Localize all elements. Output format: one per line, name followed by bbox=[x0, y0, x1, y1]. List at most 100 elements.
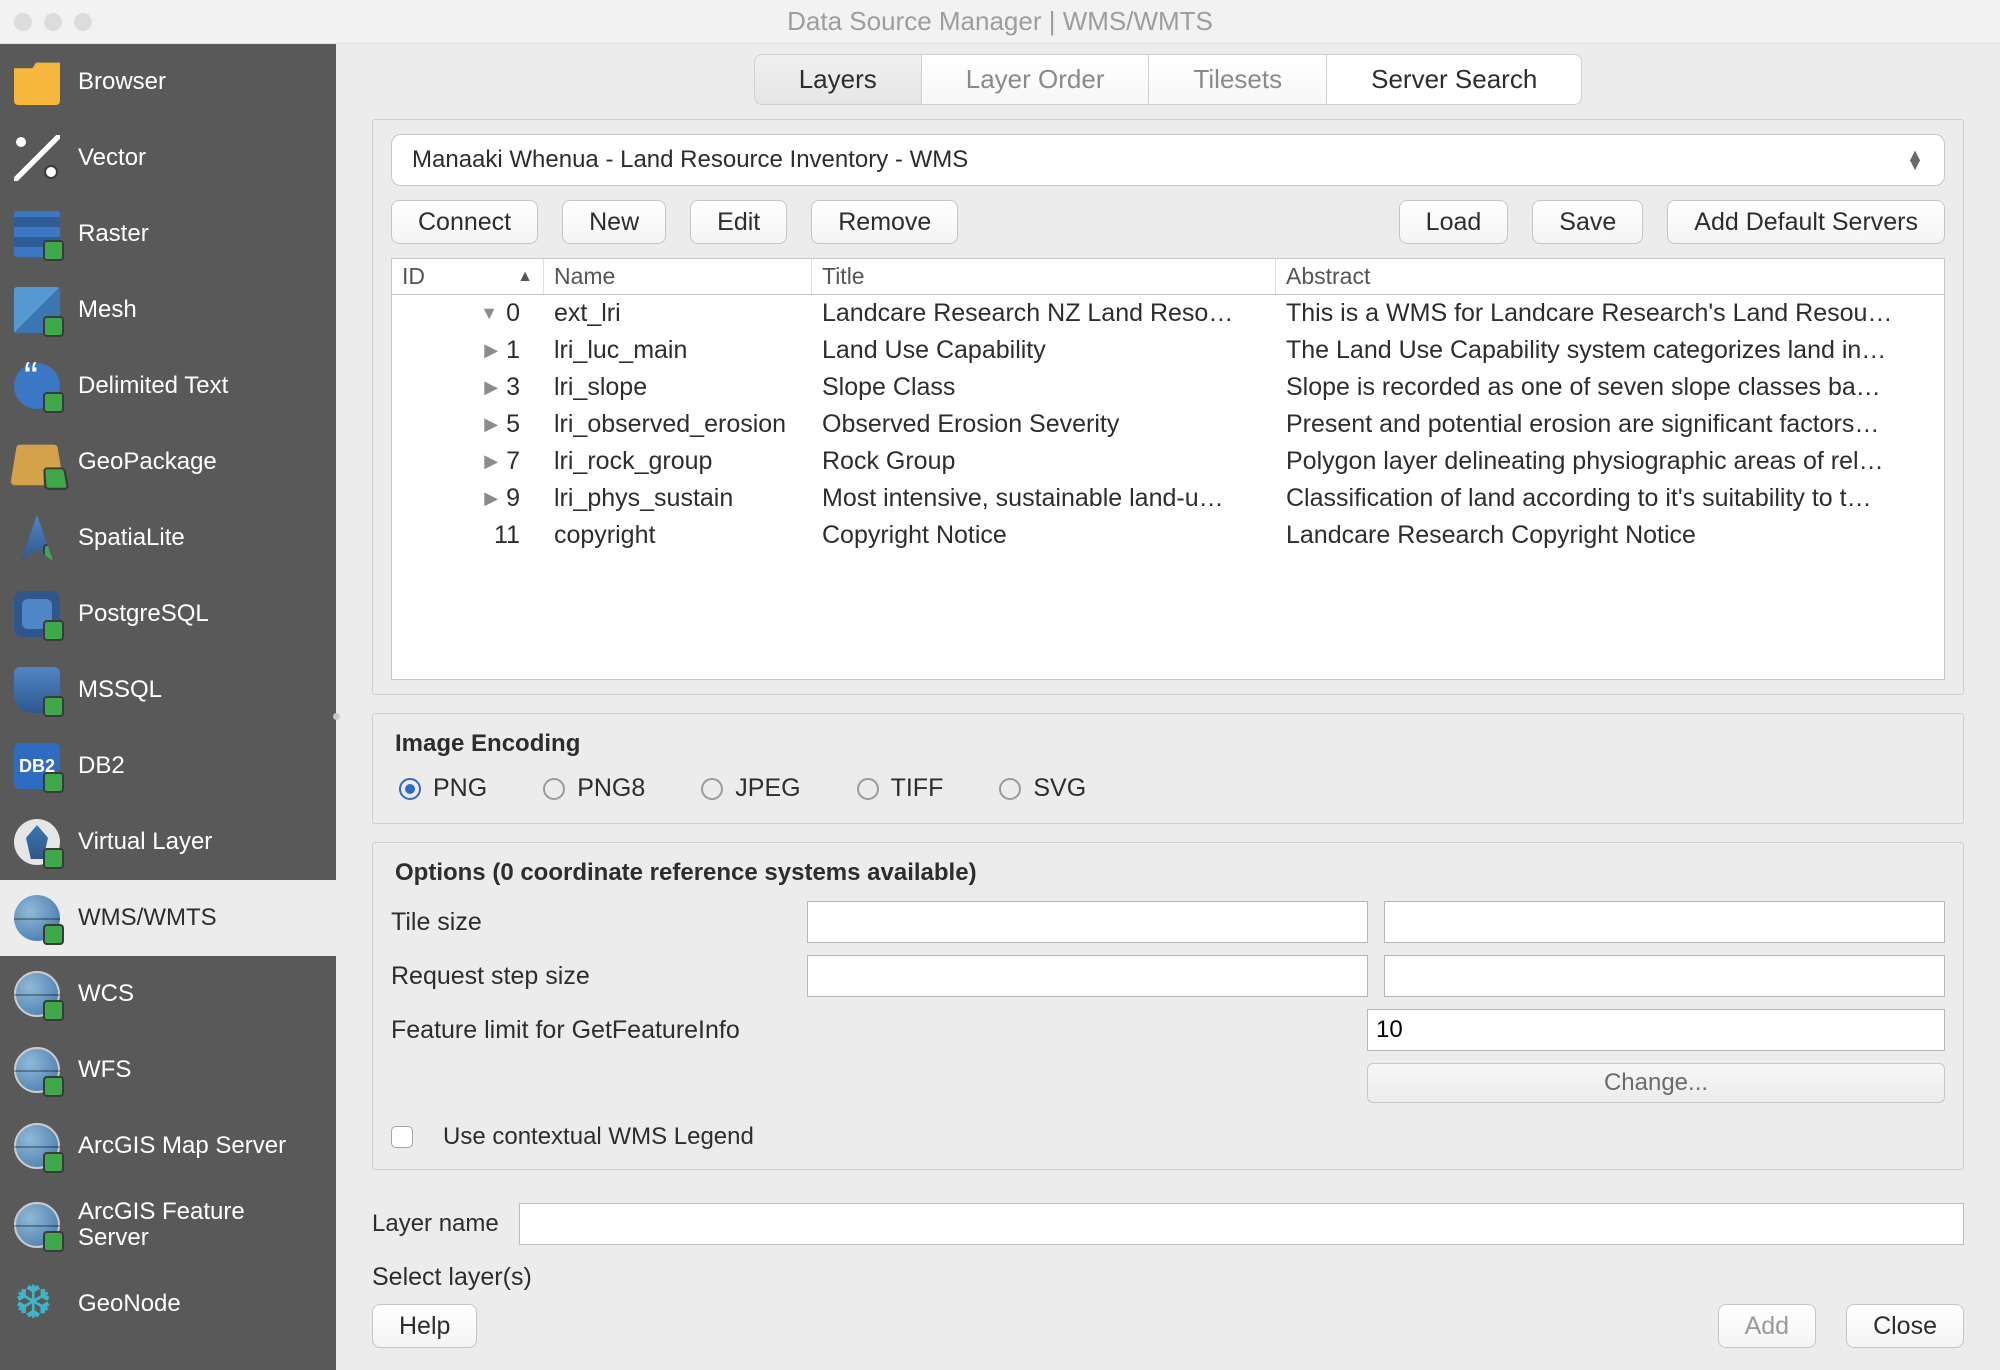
layer-name-label: Layer name bbox=[372, 1210, 499, 1238]
image-encoding-panel: Image Encoding PNG PNG8 JPEG TIFF SVG bbox=[372, 713, 1964, 824]
window-zoom-icon[interactable] bbox=[74, 13, 92, 31]
sidebar-item-label: GeoPackage bbox=[78, 448, 217, 476]
tile-size-height-input[interactable] bbox=[1384, 901, 1945, 943]
request-step-y-input[interactable] bbox=[1384, 955, 1945, 997]
table-row[interactable]: ▶9lri_phys_sustainMost intensive, sustai… bbox=[392, 480, 1944, 517]
row-title: Land Use Capability bbox=[822, 336, 1046, 364]
sidebar-item-vector[interactable]: Vector bbox=[0, 120, 336, 196]
sidebar-item-label: Browser bbox=[78, 68, 166, 96]
load-button[interactable]: Load bbox=[1399, 200, 1509, 244]
tile-size-width-input[interactable] bbox=[807, 901, 1368, 943]
layer-table[interactable]: ID▲ Name Title Abstract ▼0ext_lriLandcar… bbox=[391, 258, 1945, 680]
source-type-sidebar: Browser Vector Raster Mesh Delimited Tex… bbox=[0, 44, 336, 1370]
titlebar: Data Source Manager | WMS/WMTS bbox=[0, 0, 2000, 44]
row-id: 9 bbox=[506, 484, 520, 513]
table-row[interactable]: ▶3lri_slopeSlope ClassSlope is recorded … bbox=[392, 369, 1944, 406]
save-button[interactable]: Save bbox=[1532, 200, 1643, 244]
sidebar-item-mssql[interactable]: MSSQL bbox=[0, 652, 336, 728]
connect-button[interactable]: Connect bbox=[391, 200, 538, 244]
disclose-icon[interactable]: ▶ bbox=[484, 414, 498, 435]
row-abstract: Classification of land according to it's… bbox=[1286, 484, 1872, 512]
delimited-text-icon bbox=[14, 363, 60, 409]
spatialite-icon bbox=[14, 515, 60, 561]
row-title: Landcare Research NZ Land Reso… bbox=[822, 299, 1233, 327]
connection-panel: Manaaki Whenua - Land Resource Inventory… bbox=[372, 119, 1964, 695]
window-close-icon[interactable] bbox=[14, 13, 32, 31]
sidebar-item-geonode[interactable]: GeoNode bbox=[0, 1266, 336, 1342]
sidebar-item-browser[interactable]: Browser bbox=[0, 44, 336, 120]
layer-name-input[interactable] bbox=[519, 1203, 1964, 1245]
sidebar-item-virtual-layer[interactable]: Virtual Layer bbox=[0, 804, 336, 880]
window-minimize-icon[interactable] bbox=[44, 13, 62, 31]
options-title: Options (0 coordinate reference systems … bbox=[395, 859, 1945, 887]
chevrons-icon: ▲▼ bbox=[1906, 151, 1924, 169]
new-button[interactable]: New bbox=[562, 200, 666, 244]
disclose-icon[interactable]: ▶ bbox=[484, 377, 498, 398]
column-id[interactable]: ID▲ bbox=[392, 259, 544, 294]
remove-button[interactable]: Remove bbox=[811, 200, 958, 244]
use-contextual-checkbox[interactable] bbox=[391, 1126, 413, 1148]
mssql-icon bbox=[14, 667, 60, 713]
sidebar-item-label: WMS/WMTS bbox=[78, 904, 217, 932]
sidebar-item-spatialite[interactable]: SpatiaLite bbox=[0, 500, 336, 576]
table-row[interactable]: ▶5lri_observed_erosionObserved Erosion S… bbox=[392, 406, 1944, 443]
mesh-icon bbox=[14, 287, 60, 333]
add-button[interactable]: Add bbox=[1718, 1304, 1816, 1348]
column-abstract[interactable]: Abstract bbox=[1276, 259, 1944, 294]
radio-tiff[interactable]: TIFF bbox=[857, 774, 944, 803]
radio-icon bbox=[857, 778, 879, 800]
close-button[interactable]: Close bbox=[1846, 1304, 1964, 1348]
layer-table-header[interactable]: ID▲ Name Title Abstract bbox=[392, 259, 1944, 295]
window-title: Data Source Manager | WMS/WMTS bbox=[787, 6, 1213, 37]
add-default-servers-button[interactable]: Add Default Servers bbox=[1667, 200, 1945, 244]
sidebar-item-label: GeoNode bbox=[78, 1290, 181, 1318]
radio-png[interactable]: PNG bbox=[399, 774, 487, 803]
radio-png8[interactable]: PNG8 bbox=[543, 774, 645, 803]
row-title: Observed Erosion Severity bbox=[822, 410, 1119, 438]
change-crs-button[interactable]: Change... bbox=[1367, 1063, 1945, 1103]
disclose-icon[interactable]: ▼ bbox=[480, 303, 498, 324]
sidebar-item-wfs[interactable]: WFS bbox=[0, 1032, 336, 1108]
row-name: lri_slope bbox=[554, 373, 647, 401]
table-row[interactable]: 11copyrightCopyright NoticeLandcare Rese… bbox=[392, 517, 1944, 554]
sidebar-item-db2[interactable]: DB2DB2 bbox=[0, 728, 336, 804]
sidebar-item-delimited-text[interactable]: Delimited Text bbox=[0, 348, 336, 424]
sidebar-item-label: WFS bbox=[78, 1056, 131, 1084]
column-name[interactable]: Name bbox=[544, 259, 812, 294]
row-abstract: Present and potential erosion are signif… bbox=[1286, 410, 1879, 438]
feature-limit-label: Feature limit for GetFeatureInfo bbox=[391, 1016, 1351, 1045]
column-title[interactable]: Title bbox=[812, 259, 1276, 294]
table-row[interactable]: ▼0ext_lriLandcare Research NZ Land Reso…… bbox=[392, 295, 1944, 332]
radio-svg[interactable]: SVG bbox=[999, 774, 1086, 803]
tab-layer-order[interactable]: Layer Order bbox=[922, 54, 1150, 105]
sidebar-drag-handle[interactable] bbox=[331, 696, 341, 736]
edit-button[interactable]: Edit bbox=[690, 200, 787, 244]
server-combobox[interactable]: Manaaki Whenua - Land Resource Inventory… bbox=[391, 134, 1945, 186]
table-row[interactable]: ▶1lri_luc_mainLand Use CapabilityThe Lan… bbox=[392, 332, 1944, 369]
sidebar-item-label: ArcGIS Feature Server bbox=[78, 1199, 298, 1252]
disclose-icon[interactable]: ▶ bbox=[484, 488, 498, 509]
feature-limit-input[interactable] bbox=[1367, 1009, 1945, 1051]
sidebar-item-geopackage[interactable]: GeoPackage bbox=[0, 424, 336, 500]
tab-tilesets[interactable]: Tilesets bbox=[1149, 54, 1327, 105]
sidebar-item-arcgis-map[interactable]: ArcGIS Map Server bbox=[0, 1108, 336, 1184]
window-controls[interactable] bbox=[14, 13, 92, 31]
options-panel: Options (0 coordinate reference systems … bbox=[372, 842, 1964, 1170]
sidebar-item-wcs[interactable]: WCS bbox=[0, 956, 336, 1032]
sidebar-item-wms-wmts[interactable]: WMS/WMTS bbox=[0, 880, 336, 956]
sidebar-item-arcgis-feature[interactable]: ArcGIS Feature Server bbox=[0, 1184, 336, 1266]
disclose-icon[interactable]: ▶ bbox=[484, 451, 498, 472]
request-step-x-input[interactable] bbox=[807, 955, 1368, 997]
disclose-icon[interactable]: ▶ bbox=[484, 340, 498, 361]
sidebar-item-postgresql[interactable]: PostgreSQL bbox=[0, 576, 336, 652]
radio-jpeg[interactable]: JPEG bbox=[701, 774, 800, 803]
table-row[interactable]: ▶7lri_rock_groupRock GroupPolygon layer … bbox=[392, 443, 1944, 480]
sidebar-item-raster[interactable]: Raster bbox=[0, 196, 336, 272]
tab-server-search[interactable]: Server Search bbox=[1327, 54, 1582, 105]
tab-layers[interactable]: Layers bbox=[754, 54, 922, 105]
wms-globe-icon bbox=[14, 895, 60, 941]
sidebar-item-label: ArcGIS Map Server bbox=[78, 1132, 286, 1160]
help-button[interactable]: Help bbox=[372, 1304, 477, 1348]
wcs-globe-icon bbox=[14, 971, 60, 1017]
sidebar-item-mesh[interactable]: Mesh bbox=[0, 272, 336, 348]
